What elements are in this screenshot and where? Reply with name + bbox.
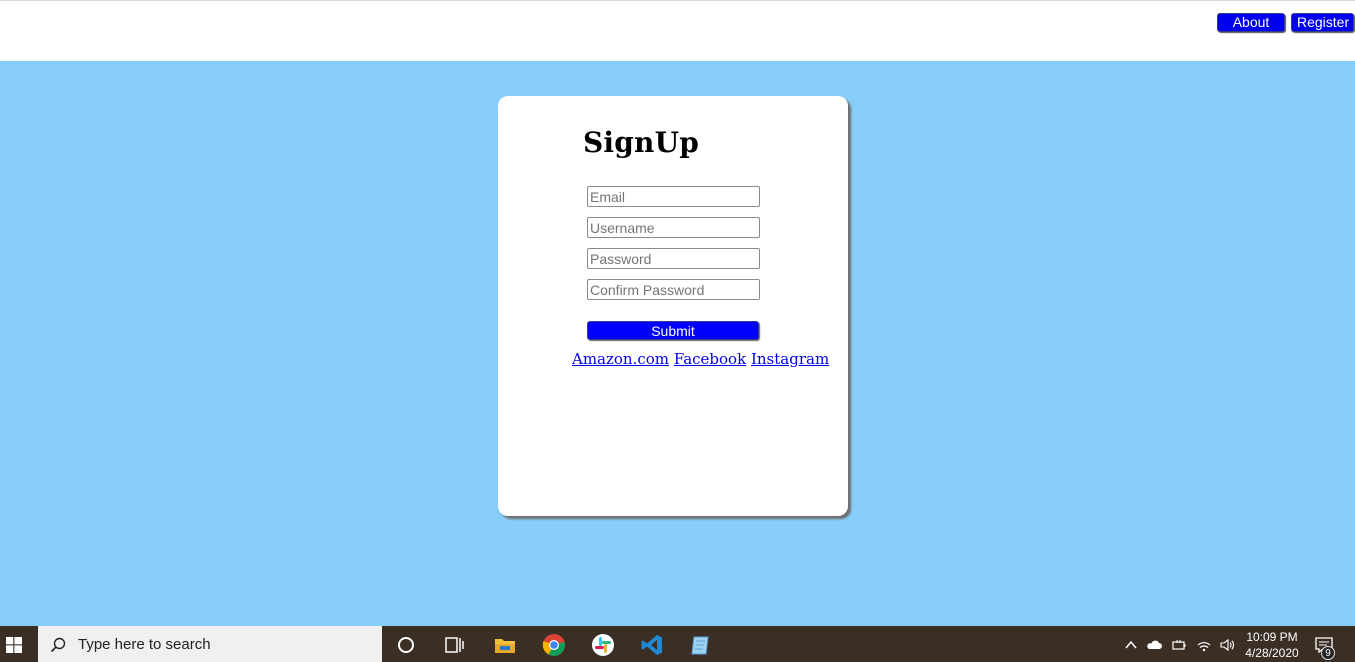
- signup-card: SignUp Submit Amazon.com Facebook Instag…: [498, 96, 848, 516]
- file-explorer-icon[interactable]: [493, 633, 517, 657]
- taskbar: Type here to search 10:09 PM 4/28/2020 9: [0, 626, 1355, 662]
- system-clock[interactable]: 10:09 PM 4/28/2020: [1240, 629, 1304, 661]
- taskbar-search[interactable]: Type here to search: [38, 626, 382, 662]
- task-view-icon[interactable]: [442, 633, 466, 657]
- instagram-link[interactable]: Instagram: [751, 350, 829, 368]
- notification-count-badge: 9: [1321, 646, 1335, 660]
- cortana-icon[interactable]: [394, 633, 418, 657]
- top-header: About Us Register: [0, 0, 1355, 61]
- submit-button[interactable]: Submit: [587, 321, 759, 340]
- volume-icon[interactable]: [1219, 637, 1235, 653]
- facebook-link[interactable]: Facebook: [674, 350, 746, 368]
- register-button[interactable]: Register: [1291, 13, 1354, 32]
- email-field[interactable]: [587, 186, 760, 207]
- username-field[interactable]: [587, 217, 760, 238]
- page-title: SignUp: [583, 126, 699, 159]
- search-placeholder: Type here to search: [78, 636, 211, 653]
- password-field[interactable]: [587, 248, 760, 269]
- search-icon: [50, 637, 66, 653]
- confirm-password-field[interactable]: [587, 279, 760, 300]
- windows-logo-icon: [6, 637, 22, 653]
- start-button[interactable]: [0, 626, 38, 662]
- clock-date: 4/28/2020: [1245, 646, 1299, 660]
- vscode-icon[interactable]: [640, 633, 664, 657]
- chevron-up-icon[interactable]: [1123, 637, 1139, 653]
- about-us-button[interactable]: About Us: [1217, 13, 1285, 47]
- battery-icon[interactable]: [1171, 637, 1187, 653]
- wifi-icon[interactable]: [1196, 637, 1212, 653]
- social-links: Amazon.com Facebook Instagram: [572, 350, 829, 368]
- slack-icon[interactable]: [591, 633, 615, 657]
- onedrive-icon[interactable]: [1146, 637, 1162, 653]
- clock-time: 10:09 PM: [1246, 630, 1298, 644]
- amazon-link[interactable]: Amazon.com: [572, 350, 669, 368]
- chrome-icon[interactable]: [542, 633, 566, 657]
- notepad-icon[interactable]: [689, 633, 713, 657]
